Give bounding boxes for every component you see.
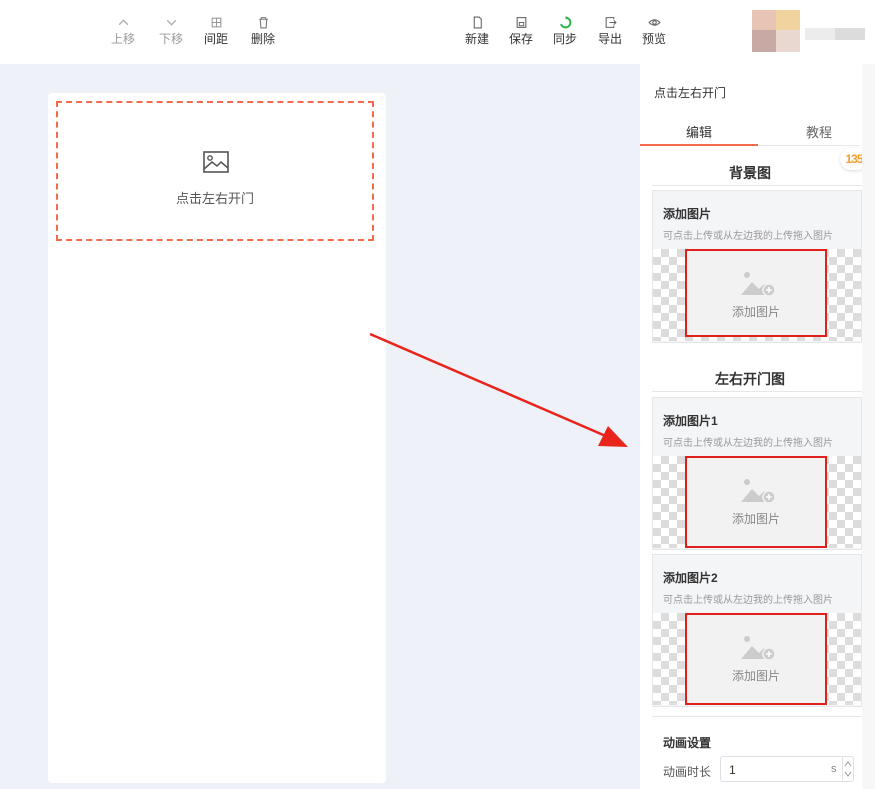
eye-icon [647, 19, 661, 26]
editor-canvas: 点击左右开门 [0, 64, 640, 789]
card-hint: 可点击上传或从左边我的上传拖入图片 [663, 595, 833, 606]
preview-button[interactable]: 预览 [637, 16, 671, 46]
tab-tutorial[interactable]: 教程 [764, 122, 874, 141]
active-tab-indicator [640, 144, 758, 146]
door-image-1-card: 添加图片1 可点击上传或从左边我的上传拖入图片 添加图片 [652, 397, 862, 550]
save-label: 保存 [508, 32, 533, 46]
preview-label: 预览 [641, 32, 666, 46]
move-down-label: 下移 [158, 32, 183, 46]
card-title: 添加图片2 [663, 571, 718, 585]
section-divider [652, 185, 862, 186]
door-open-component[interactable]: 点击左右开门 [56, 101, 374, 241]
transparent-preview: 添加图片 [653, 456, 861, 548]
save-icon [516, 17, 526, 28]
add-image-icon [741, 272, 776, 297]
door-image-2-upload-button[interactable]: 添加图片 [685, 613, 827, 705]
add-image-icon [741, 636, 776, 661]
duration-unit: s [831, 763, 837, 775]
spacing-button[interactable]: 间距 [199, 16, 233, 46]
export-icon [605, 17, 617, 28]
new-file-icon [473, 16, 482, 29]
door-images-heading: 左右开门图 [715, 371, 785, 387]
transparent-preview: 添加图片 [653, 613, 861, 705]
panel-scrollbar[interactable] [862, 64, 875, 789]
upload-label: 添加图片 [731, 669, 780, 683]
spacing-label: 间距 [203, 32, 228, 46]
door-image-2-card: 添加图片2 可点击上传或从左边我的上传拖入图片 添加图片 [652, 554, 862, 707]
animation-settings-heading: 动画设置 [663, 736, 712, 750]
add-image-icon [741, 479, 776, 504]
card-hint: 可点击上传或从左边我的上传拖入图片 [663, 231, 833, 242]
sync-label: 同步 [552, 32, 577, 46]
save-button[interactable]: 保存 [504, 16, 538, 46]
property-panel: 点击左右开门 编辑 教程 135 背景图 添加图片 可点击上传或从左边我的上传拖… [640, 64, 875, 789]
background-upload-card: 添加图片 可点击上传或从左边我的上传拖入图片 添加图片 [652, 190, 862, 343]
stepper-arrows-icon [844, 761, 852, 777]
upload-label: 添加图片 [731, 305, 780, 319]
new-label: 新建 [464, 32, 489, 46]
animation-duration-input[interactable]: 1 s [720, 756, 854, 782]
user-name-blurred [805, 28, 865, 40]
card-hint: 可点击上传或从左边我的上传拖入图片 [663, 438, 833, 449]
move-up-label: 上移 [110, 32, 135, 46]
section-divider [652, 716, 862, 717]
card-title: 添加图片1 [663, 414, 718, 428]
delete-button[interactable]: 删除 [246, 16, 280, 46]
component-label: 点击左右开门 [175, 191, 254, 206]
transparent-preview: 添加图片 [653, 249, 861, 341]
chevron-up-icon [118, 19, 128, 26]
section-divider [652, 391, 862, 392]
phone-preview: 点击左右开门 [48, 93, 386, 783]
export-button[interactable]: 导出 [593, 16, 627, 46]
panel-title: 点击左右开门 [654, 86, 727, 100]
chevron-down-icon [166, 19, 176, 26]
avatar[interactable] [752, 10, 800, 52]
card-title: 添加图片 [663, 207, 712, 221]
sync-icon [559, 16, 571, 29]
duration-stepper[interactable] [842, 757, 853, 781]
tab-edit[interactable]: 编辑 [644, 122, 754, 141]
door-image-1-upload-button[interactable]: 添加图片 [685, 456, 827, 548]
upload-label: 添加图片 [731, 512, 780, 526]
animation-duration-label: 动画时长 [663, 765, 712, 779]
spacing-icon [211, 17, 221, 28]
delete-label: 删除 [250, 32, 275, 46]
move-down-button[interactable]: 下移 [154, 16, 188, 46]
top-toolbar: 上移 下移 间距 删除 新建 保存 同步 导出 预览 [0, 0, 875, 64]
duration-value: 1 [729, 763, 736, 777]
export-label: 导出 [597, 32, 622, 46]
background-upload-button[interactable]: 添加图片 [685, 249, 827, 337]
background-heading: 背景图 [729, 165, 771, 181]
image-icon [203, 151, 229, 173]
sync-button[interactable]: 同步 [548, 16, 582, 46]
move-up-button[interactable]: 上移 [106, 16, 140, 46]
new-button[interactable]: 新建 [460, 16, 494, 46]
trash-icon [258, 17, 268, 29]
